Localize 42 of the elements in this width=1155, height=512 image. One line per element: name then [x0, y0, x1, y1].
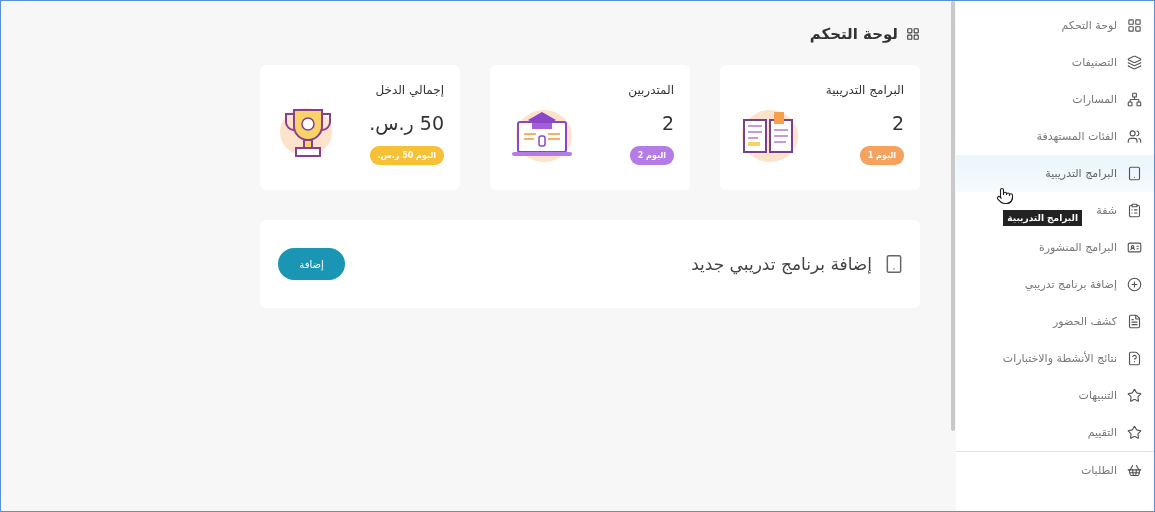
today-badge: اليوم 50 ر.س.	[369, 146, 444, 165]
sidebar-item[interactable]: التقييم	[1087, 421, 1142, 444]
stat-value: 2	[661, 112, 674, 134]
today-badge: اليوم 2	[629, 146, 674, 165]
add-button[interactable]: إضافة	[278, 248, 345, 280]
basket-icon	[1127, 463, 1142, 478]
tablet-icon	[1127, 166, 1142, 181]
stat-title: إجمالي الدخل	[375, 83, 444, 97]
star-icon	[1127, 425, 1142, 440]
sidebar-item[interactable]: التنبيهات	[1078, 384, 1142, 407]
sidebar-item[interactable]: لوحة التحكم	[1061, 14, 1142, 37]
page-title: لوحة التحكم	[809, 25, 898, 43]
stat-value: 50 ر.س.	[369, 112, 444, 134]
plus-icon	[1127, 277, 1142, 292]
sidebar-item[interactable]: نتائج الأنشطة والاختبارات	[1002, 347, 1142, 370]
sidebar-item[interactable]: الطلبات	[1080, 459, 1142, 482]
stat-title: المتدربين	[628, 83, 674, 97]
users-icon	[1127, 129, 1142, 144]
today-badge: اليوم 1	[859, 146, 904, 165]
tablet-icon	[884, 254, 904, 274]
file-icon	[1127, 314, 1142, 329]
stat-title: البرامج التدريبية	[825, 83, 904, 97]
sidebar-item[interactable]: البرامج المنشورة	[1039, 236, 1142, 259]
network-icon	[1127, 92, 1142, 107]
sidebar-item[interactable]: شفة	[1096, 199, 1142, 222]
tooltip: البرامج التدريبية	[1003, 210, 1082, 226]
question-icon	[1127, 351, 1142, 366]
card-icon	[1127, 240, 1142, 255]
stat-value: 2	[891, 112, 904, 134]
sidebar-item[interactable]: كشف الحضور	[1053, 310, 1142, 333]
sidebar-item[interactable]: التصنيفات	[1071, 51, 1142, 74]
sidebar-item[interactable]: المسارات	[1072, 88, 1142, 111]
add-program-text: إضافة برنامج تدريبي جديد	[691, 254, 872, 274]
hand-cursor-icon	[996, 187, 1014, 205]
grid-icon	[1127, 18, 1142, 33]
sidebar-item[interactable]: إضافة برنامج تدريبي	[1024, 273, 1142, 296]
scrollbar-thumb[interactable]	[951, 1, 955, 431]
clipboard-icon	[1127, 203, 1142, 218]
sidebar-item[interactable]: الفئات المستهدفة	[1036, 125, 1142, 148]
layers-icon	[1127, 55, 1142, 70]
grid-icon	[906, 27, 920, 41]
star-icon	[1127, 388, 1142, 403]
